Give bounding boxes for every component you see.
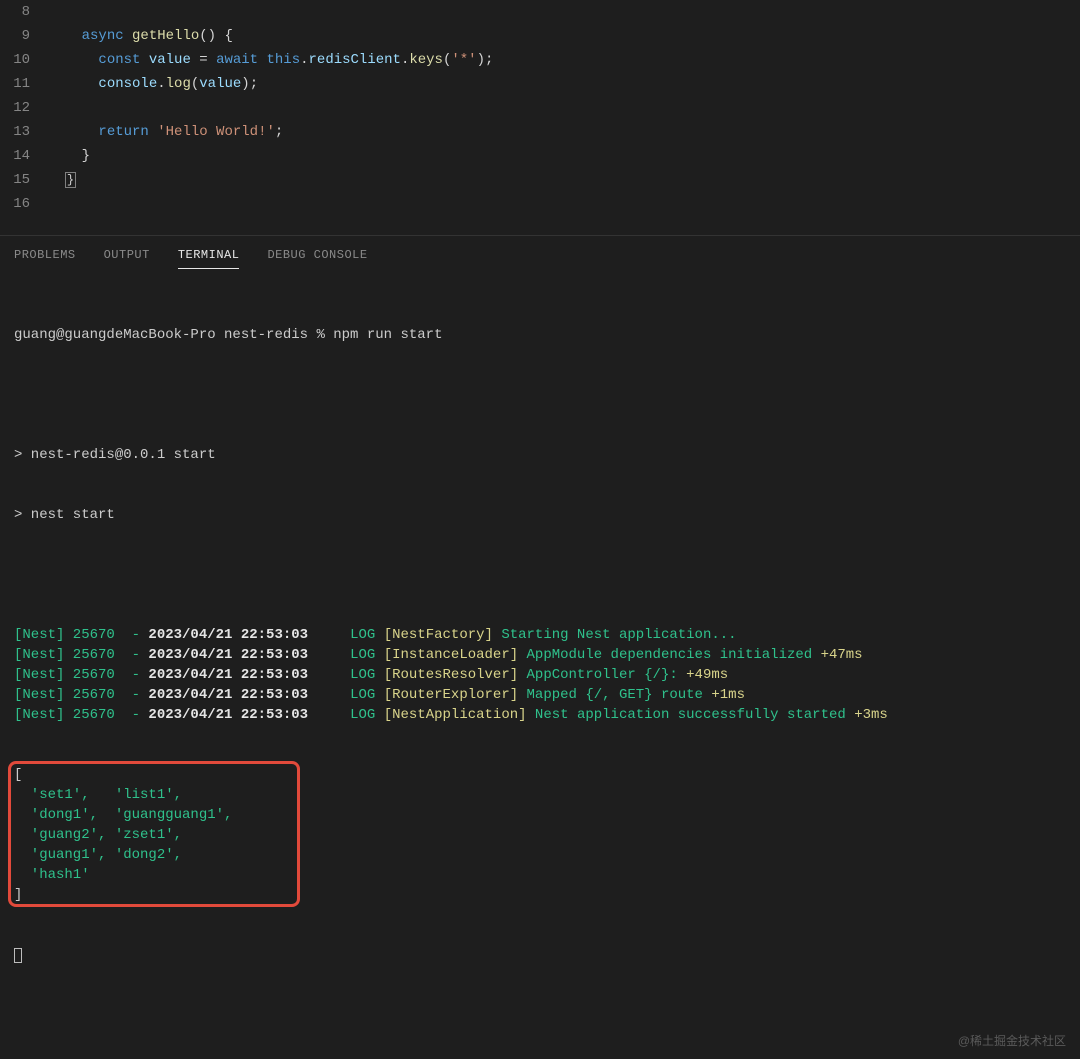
line-number: 8 bbox=[0, 0, 30, 24]
watermark: @稀土掘金技术社区 bbox=[958, 1031, 1066, 1051]
line-number: 11 bbox=[0, 72, 30, 96]
code-line[interactable]: const value = await this.redisClient.key… bbox=[48, 48, 1080, 72]
code-line[interactable] bbox=[48, 192, 1080, 216]
code-line[interactable]: console.log(value); bbox=[48, 72, 1080, 96]
tab-debug-console[interactable]: DEBUG CONSOLE bbox=[267, 244, 367, 269]
terminal-echo: > nest-redis@0.0.1 start bbox=[14, 445, 1066, 465]
tab-terminal[interactable]: TERMINAL bbox=[178, 244, 240, 269]
code-line[interactable]: } bbox=[48, 144, 1080, 168]
log-line: [Nest] 25670 - 2023/04/21 22:53:03 LOG [… bbox=[14, 645, 1066, 665]
log-line: [Nest] 25670 - 2023/04/21 22:53:03 LOG [… bbox=[14, 625, 1066, 645]
terminal-nest-logs: [Nest] 25670 - 2023/04/21 22:53:03 LOG [… bbox=[14, 625, 1066, 725]
line-number: 15 bbox=[0, 168, 30, 192]
line-number: 14 bbox=[0, 144, 30, 168]
terminal-array-output: [ 'set1', 'list1', 'dong1', 'guangguang1… bbox=[14, 765, 1066, 905]
code-content[interactable]: async getHello() { const value = await t… bbox=[48, 0, 1080, 235]
terminal-prompt-line: guang@guangdeMacBook-Pro nest-redis % np… bbox=[14, 325, 1066, 345]
code-line[interactable] bbox=[48, 0, 1080, 24]
code-line[interactable]: return 'Hello World!'; bbox=[48, 120, 1080, 144]
terminal-cursor bbox=[14, 945, 1066, 965]
panel-tabs: PROBLEMS OUTPUT TERMINAL DEBUG CONSOLE bbox=[0, 235, 1080, 277]
line-number: 13 bbox=[0, 120, 30, 144]
log-line: [Nest] 25670 - 2023/04/21 22:53:03 LOG [… bbox=[14, 685, 1066, 705]
tab-problems[interactable]: PROBLEMS bbox=[14, 244, 76, 269]
code-line[interactable]: async getHello() { bbox=[48, 24, 1080, 48]
log-line: [Nest] 25670 - 2023/04/21 22:53:03 LOG [… bbox=[14, 705, 1066, 725]
tab-output[interactable]: OUTPUT bbox=[104, 244, 150, 269]
line-number-gutter: 8910111213141516 bbox=[0, 0, 48, 235]
terminal-panel[interactable]: guang@guangdeMacBook-Pro nest-redis % np… bbox=[0, 277, 1080, 1059]
log-line: [Nest] 25670 - 2023/04/21 22:53:03 LOG [… bbox=[14, 665, 1066, 685]
line-number: 16 bbox=[0, 192, 30, 216]
line-number: 10 bbox=[0, 48, 30, 72]
code-line[interactable]: } bbox=[48, 168, 1080, 192]
code-editor[interactable]: 8910111213141516 async getHello() { cons… bbox=[0, 0, 1080, 235]
line-number: 12 bbox=[0, 96, 30, 120]
code-line[interactable] bbox=[48, 96, 1080, 120]
line-number: 9 bbox=[0, 24, 30, 48]
terminal-echo: > nest start bbox=[14, 505, 1066, 525]
